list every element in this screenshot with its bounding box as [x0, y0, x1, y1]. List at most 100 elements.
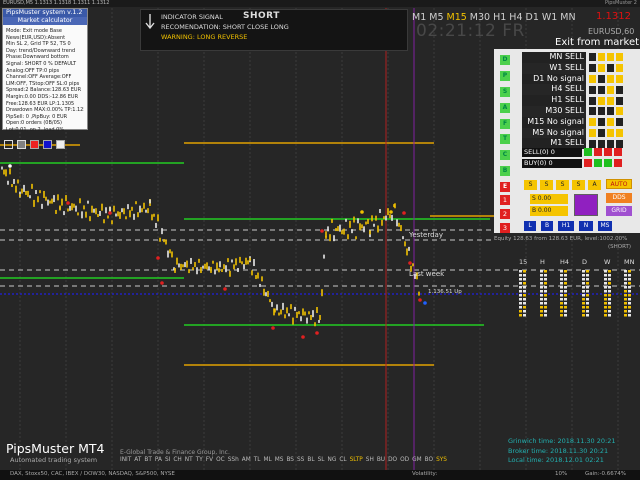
- mode-button-a[interactable]: A: [500, 102, 510, 113]
- strategy-tag[interactable]: BU: [377, 457, 385, 463]
- strength-bar: [519, 278, 522, 281]
- strategy-tag[interactable]: CH: [173, 457, 181, 463]
- strategy-tag[interactable]: PA: [155, 457, 162, 463]
- sell-value-box[interactable]: S 0.00: [530, 194, 568, 204]
- candle: [212, 260, 214, 264]
- num-2-button[interactable]: 2: [500, 209, 510, 219]
- auto-button[interactable]: AUTO: [606, 179, 632, 189]
- candle: [151, 214, 153, 221]
- strategy-tag[interactable]: BT: [144, 457, 152, 463]
- strategy-tag[interactable]: CL: [339, 457, 346, 463]
- mode-button-p[interactable]: P: [500, 70, 510, 81]
- candle: [23, 184, 25, 192]
- strength-bar: [560, 306, 563, 309]
- strategy-tag[interactable]: GM: [412, 457, 422, 463]
- mode-button-e[interactable]: E: [500, 182, 510, 193]
- info-line: Analog:OFF TP:0 pips: [6, 67, 60, 74]
- buy-value-box[interactable]: B 0.00: [530, 206, 568, 216]
- candle: [377, 225, 379, 233]
- mode-button-d[interactable]: D: [500, 55, 510, 65]
- mode-button-c[interactable]: C: [500, 150, 510, 161]
- signal-marker: [423, 301, 427, 305]
- mode-button-b[interactable]: B: [500, 166, 510, 177]
- candle: [178, 263, 180, 268]
- num-3-button[interactable]: 3: [500, 223, 510, 233]
- candle: [261, 276, 263, 282]
- exit-from-market-button[interactable]: Exit from market: [555, 37, 639, 48]
- candle: [69, 205, 71, 211]
- candle: [290, 304, 292, 310]
- strategy-tag[interactable]: DO: [388, 457, 397, 463]
- strategy-tag[interactable]: INIT: [120, 457, 131, 463]
- yellow-button[interactable]: A: [588, 180, 601, 190]
- timeframe-mn[interactable]: MN: [560, 12, 575, 26]
- signal-dot: [589, 53, 596, 62]
- strategy-tag[interactable]: SL: [318, 457, 325, 463]
- yellow-button[interactable]: S: [540, 180, 553, 190]
- candle: [387, 208, 389, 216]
- candle: [355, 236, 357, 240]
- side-price-label: 1.136.51 Up: [428, 289, 462, 295]
- equity-line: Equity 128.63 from 128.63 EUR, level:100…: [494, 236, 628, 242]
- candle: [418, 291, 420, 296]
- strategy-tag[interactable]: NT: [185, 457, 193, 463]
- mode-button-f[interactable]: F: [500, 118, 510, 129]
- strategy-tag[interactable]: MS: [275, 457, 284, 463]
- strategy-tag[interactable]: SI: [165, 457, 170, 463]
- empty-square-icon[interactable]: [4, 140, 13, 149]
- grid-button[interactable]: GRID: [606, 206, 632, 216]
- strategy-tag[interactable]: SSh: [228, 457, 239, 463]
- candle: [408, 246, 410, 251]
- strategy-tag[interactable]: AT: [134, 457, 141, 463]
- num-1-button[interactable]: 1: [500, 195, 510, 205]
- strategy-tag[interactable]: TY: [196, 457, 203, 463]
- strength-bar: [604, 290, 607, 293]
- purple-action-button[interactable]: [574, 194, 598, 216]
- strategy-tag[interactable]: SLTP: [350, 457, 363, 463]
- timeframe-d1[interactable]: D1: [526, 12, 539, 26]
- dds-button[interactable]: DDS: [606, 193, 632, 203]
- white-square-icon[interactable]: [56, 140, 65, 149]
- strategy-tag[interactable]: SH: [366, 457, 374, 463]
- strategy-tag[interactable]: OD: [400, 457, 409, 463]
- strategy-tag[interactable]: BS: [286, 457, 294, 463]
- candle: [115, 213, 117, 217]
- signal-dot: [589, 107, 596, 116]
- candle: [67, 208, 69, 212]
- mode-button-t[interactable]: T: [500, 134, 510, 145]
- brand-title: PipsMuster MT4: [6, 441, 105, 456]
- yellow-button[interactable]: S: [556, 180, 569, 190]
- yellow-button[interactable]: S: [524, 180, 537, 190]
- strategy-tag-row: INIT AT BT PA SI CH NT TY FV OC SSh AM TL ML MS BS SS BL S…: [120, 457, 447, 463]
- blue-square-icon[interactable]: [43, 140, 52, 149]
- yellow-button[interactable]: S: [572, 180, 585, 190]
- strength-bar: [628, 314, 631, 317]
- strategy-tag[interactable]: SYS: [436, 457, 447, 463]
- strength-bar: [608, 294, 611, 297]
- strategy-tag[interactable]: OC: [216, 457, 225, 463]
- red-square-icon[interactable]: [30, 140, 39, 149]
- signal-dot: [598, 128, 605, 137]
- timeframe-w1[interactable]: W1: [542, 12, 557, 26]
- gray-square-icon[interactable]: [17, 140, 26, 149]
- candle: [223, 264, 225, 270]
- strength-bar: [628, 306, 631, 309]
- candle: [119, 211, 121, 219]
- strength-bar: [608, 270, 611, 273]
- strategy-tag[interactable]: TL: [254, 457, 261, 463]
- blue-button-ms[interactable]: MS: [598, 221, 612, 231]
- blue-button-h1[interactable]: H1: [558, 221, 574, 231]
- blue-button-l[interactable]: L: [524, 221, 536, 231]
- strategy-tag[interactable]: SS: [297, 457, 304, 463]
- blue-button-b[interactable]: B: [541, 221, 553, 231]
- strategy-tag[interactable]: AM: [242, 457, 251, 463]
- strategy-tag[interactable]: ML: [264, 457, 272, 463]
- blue-button-n[interactable]: N: [579, 221, 593, 231]
- mode-button-s[interactable]: S: [500, 86, 510, 97]
- strength-bar: [519, 282, 522, 285]
- candle: [17, 179, 19, 184]
- strategy-tag[interactable]: BL: [307, 457, 314, 463]
- strategy-tag[interactable]: FV: [206, 457, 213, 463]
- strategy-tag[interactable]: BO: [425, 457, 433, 463]
- strategy-tag[interactable]: NG: [328, 457, 337, 463]
